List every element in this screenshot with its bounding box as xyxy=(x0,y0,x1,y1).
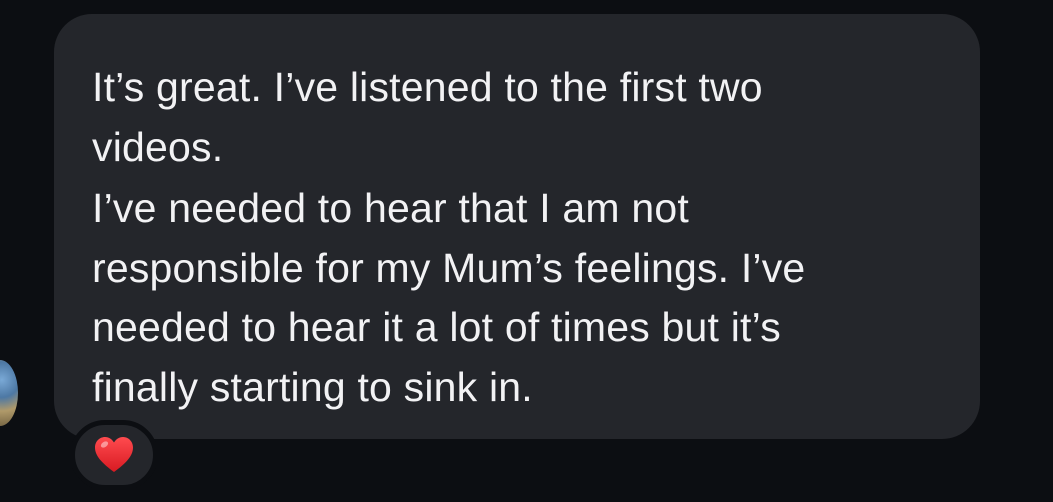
message-line: It’s great. I’ve listened to the first t… xyxy=(92,64,763,110)
message-line: finally starting to sink in. xyxy=(92,363,533,410)
red-heart-icon xyxy=(95,437,133,472)
message-bubble[interactable]: It’s great. I’ve listened to the first t… xyxy=(54,14,980,439)
message-line: needed to hear it a lot of times but it’… xyxy=(92,304,781,350)
avatar[interactable] xyxy=(0,360,18,426)
message-line: videos. xyxy=(92,123,224,170)
reaction-badge[interactable] xyxy=(70,420,158,490)
message-line: I’ve needed to hear that I am not xyxy=(92,185,689,231)
message-paragraph: It’s great. I’ve listened to the first t… xyxy=(92,58,944,177)
chat-screen: It’s great. I’ve listened to the first t… xyxy=(0,0,1053,502)
message-paragraph: I’ve needed to hear that I am not respon… xyxy=(92,179,944,417)
message-line: responsible for my Mum’s feelings. I’ve xyxy=(92,244,806,291)
